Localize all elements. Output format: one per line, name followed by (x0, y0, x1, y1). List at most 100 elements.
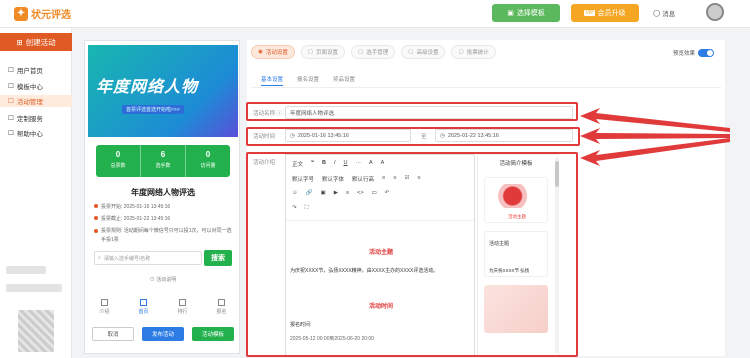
stat-value: 0 (115, 150, 121, 159)
preview-actions: 取消 发布活动 活动模板 (85, 327, 241, 341)
highlight-activity-time (246, 127, 580, 146)
info-start: 投票开始: 2025-01-16 13:45:16 (94, 203, 234, 210)
chart-icon: ▢ (458, 49, 464, 55)
top-bar: ✦ 状元评选 ▣ 选择模板 VIP 会员升级 ◯ 消息 (0, 0, 750, 28)
tab-label: 选手管理 (366, 50, 389, 56)
search-button[interactable]: 搜索 (204, 250, 232, 266)
sidebar-item-activity[interactable]: ☐ 活动管理 (0, 95, 72, 107)
search-icon: ⌕ (98, 255, 101, 261)
cancel-button[interactable]: 取消 (92, 327, 134, 341)
plus-box-icon: ⊞ (16, 37, 23, 47)
stat-value: 6 (160, 150, 166, 159)
tab-activity-settings[interactable]: ◉ 活动设置 (251, 45, 295, 59)
stat-value: 0 (205, 150, 211, 159)
blurred-info (6, 284, 62, 292)
select-template-button[interactable]: ▣ 选择模板 (492, 4, 560, 22)
page-icon: ▢ (307, 49, 314, 55)
nav-intro[interactable]: 介绍 (99, 299, 110, 317)
tab-label: 活动设置 (265, 50, 288, 56)
info-rules: 投票规则: 活动期间每个微信号只可以投1次，可以对同一选手投1票 (94, 227, 234, 245)
phone-bottom-nav: 介绍 首页 排行 报名 (85, 299, 241, 317)
nav-signup[interactable]: 报名 (216, 299, 227, 317)
home-icon (139, 299, 147, 306)
service-icon: ☐ (8, 115, 14, 122)
grid-icon: ☐ (8, 83, 14, 90)
users-icon: ▢ (358, 49, 364, 55)
preview-label: 预览效果 (673, 51, 696, 57)
activity-rules-link[interactable]: ⊙ 活动说明 (88, 276, 238, 283)
nav-label: 首页 (138, 309, 149, 315)
subtab-basic[interactable]: 基本设置 (261, 75, 284, 86)
stats-panel: 0 总票数 6 选手数 0 访问量 (96, 145, 230, 177)
messages-link[interactable]: ◯ 消息 (653, 8, 675, 18)
blurred-info (6, 266, 46, 274)
banner: 年度网络人物 首票评选首选开始啦>>> (88, 45, 238, 137)
sidebar-item-label: 用户首页 (16, 68, 43, 75)
create-activity-label: 创建活动 (25, 37, 56, 47)
nav-label: 排行 (177, 309, 188, 315)
intro-icon (100, 299, 108, 306)
preview-effect: 预览效果 (673, 49, 715, 57)
logo[interactable]: ✦ 状元评选 (14, 6, 71, 21)
editor-tabs: ◉ 活动设置 ▢ 页面设置 ▢ 选手管理 ▢ 高级设置 ▢ 投票统计 (251, 45, 496, 59)
nav-ranking[interactable]: 排行 (177, 299, 188, 317)
list-icon: ☐ (8, 98, 14, 105)
message-icon: ◯ (653, 10, 661, 17)
sidebar-item-custom[interactable]: ☐ 定制服务 (8, 112, 70, 124)
banner-subtitle: 首票评选首选开始啦>>> (122, 105, 184, 114)
info-end: 投票截止: 2025-01-22 13:45:16 (94, 215, 234, 222)
gear-icon: ◉ (258, 49, 263, 55)
sidebar-item-label: 定制服务 (16, 116, 43, 123)
vip-upgrade-button[interactable]: VIP 会员升级 (571, 4, 639, 22)
stat-contestants: 6 选手数 (140, 145, 186, 177)
logo-icon: ✦ (14, 6, 28, 21)
messages-label: 消息 (662, 11, 676, 18)
logo-text: 状元评选 (31, 10, 71, 21)
highlight-activity-intro (246, 152, 578, 357)
tab-label: 投票统计 (466, 50, 489, 56)
stat-label: 访问量 (200, 163, 216, 169)
publish-button[interactable]: 发布活动 (142, 327, 184, 341)
sidebar-item-label: 活动管理 (16, 99, 43, 106)
stat-label: 总票数 (110, 163, 126, 169)
vip-upgrade-label: 会员升级 (597, 10, 626, 17)
search-placeholder: 请输入选手编号/名称 (103, 255, 151, 262)
contestant-search-input[interactable]: ⌕ 请输入选手编号/名称 (94, 251, 202, 265)
activity-template-button[interactable]: 活动模板 (192, 327, 234, 341)
phone-screen: 年度网络人物 首票评选首选开始啦>>> 0 总票数 6 选手数 0 访问量 年度网络人… (88, 45, 238, 293)
info-text: 投票截止: 2025-01-22 13:45:16 (101, 216, 171, 222)
highlight-activity-name (246, 102, 578, 121)
nav-home[interactable]: 首页 (138, 299, 149, 317)
vip-icon: VIP (584, 10, 595, 16)
sidebar-item-home[interactable]: ☐ 用户首页 (8, 64, 70, 76)
annotation-arrows (580, 108, 730, 166)
tab-advanced[interactable]: ▢ 高级设置 (401, 45, 446, 59)
activity-title: 年度网络人物评选 (131, 188, 195, 197)
user-icon: ☐ (8, 67, 14, 74)
sidebar-item-help[interactable]: ☐ 帮助中心 (8, 127, 70, 139)
info-text: 投票开始: 2025-01-16 13:45:16 (101, 204, 171, 210)
create-activity-button[interactable]: ⊞ 创建活动 (0, 33, 72, 51)
subtab-signup[interactable]: 报名设置 (297, 75, 319, 86)
banner-title: 年度网络人物 (96, 79, 199, 96)
stat-visits: 0 访问量 (186, 145, 230, 177)
sidebar-item-templates[interactable]: ☐ 模板中心 (8, 80, 70, 92)
select-template-label: 选择模板 (516, 10, 545, 17)
avatar[interactable] (706, 3, 724, 21)
nav-label: 介绍 (99, 309, 110, 315)
tab-contestants[interactable]: ▢ 选手管理 (351, 45, 396, 59)
signup-icon (217, 299, 225, 306)
tab-statistics[interactable]: ▢ 投票统计 (451, 45, 496, 59)
sidebar-item-label: 帮助中心 (16, 131, 43, 138)
nav-label: 报名 (216, 309, 227, 315)
tab-page-settings[interactable]: ▢ 页面设置 (300, 45, 346, 59)
qr-code (18, 310, 54, 352)
sub-tabs: 基本设置 报名设置 奖品设置 (261, 75, 355, 86)
preview-toggle[interactable] (698, 49, 715, 57)
template-icon: ▣ (507, 10, 514, 17)
help-icon: ☐ (8, 130, 14, 137)
info-text: 投票规则: 活动期间每个微信号只可以投1次，可以对同一选手投1票 (101, 228, 232, 243)
subtab-prizes[interactable]: 奖品设置 (333, 75, 355, 86)
stat-total-votes: 0 总票数 (96, 145, 140, 177)
tab-label: 页面设置 (316, 50, 339, 56)
